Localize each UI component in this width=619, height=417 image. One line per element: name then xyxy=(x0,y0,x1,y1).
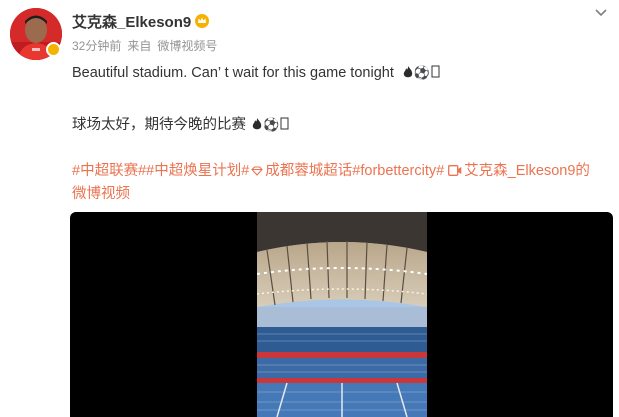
post-time[interactable]: 32分钟前 xyxy=(72,37,121,54)
post-text-en: Beautiful stadium. Can’ t wait for this … xyxy=(72,65,440,81)
crown-icon xyxy=(195,14,210,28)
soccer-ball-icon: ⚽ xyxy=(413,65,432,80)
post-tags: #中超联赛##中超焕星计划# 成都蓉城超话#forbettercity# 艾克森_E… xyxy=(72,160,602,206)
post-text-en-content: Beautiful stadium. Can’ t wait for this … xyxy=(72,65,394,81)
hashtag-csl[interactable]: #中超联赛# xyxy=(72,163,146,179)
post-source[interactable]: 微博视频号 xyxy=(157,37,217,54)
diamond-icon xyxy=(251,166,264,176)
chevron-down-icon[interactable] xyxy=(593,4,609,20)
post-meta: 32分钟前 来自 微博视频号 xyxy=(72,37,217,54)
post-text-cn: 球场太好，期待今晚的比赛 ⚽ xyxy=(72,113,289,134)
supertopic-chengdu-rongcheng[interactable]: 成都蓉城超话 xyxy=(265,163,352,179)
weibo-post: 艾克森_Elkeson9 32分钟前 来自 微博视频号 Beautiful st… xyxy=(0,0,619,417)
video-player[interactable] xyxy=(70,212,613,417)
stadium-image xyxy=(257,212,427,417)
source-prefix: 来自 xyxy=(127,39,152,53)
post-header: 艾克森_Elkeson9 xyxy=(72,11,210,31)
username[interactable]: 艾克森_Elkeson9 xyxy=(72,11,191,32)
hashtag-forbettercity[interactable]: #forbettercity# xyxy=(352,163,444,179)
fire-icon xyxy=(403,66,413,78)
video-frame xyxy=(257,212,427,417)
hashtag-rising-star[interactable]: #中超焕星计划# xyxy=(146,163,249,179)
fire-icon xyxy=(252,118,262,130)
missing-glyph-icon xyxy=(280,117,289,130)
post-text-cn-content: 球场太好，期待今晚的比赛 xyxy=(72,117,246,133)
video-icon xyxy=(448,165,462,176)
missing-glyph-icon xyxy=(431,65,440,78)
soccer-ball-icon: ⚽ xyxy=(263,117,281,132)
verified-badge-icon xyxy=(46,42,61,57)
